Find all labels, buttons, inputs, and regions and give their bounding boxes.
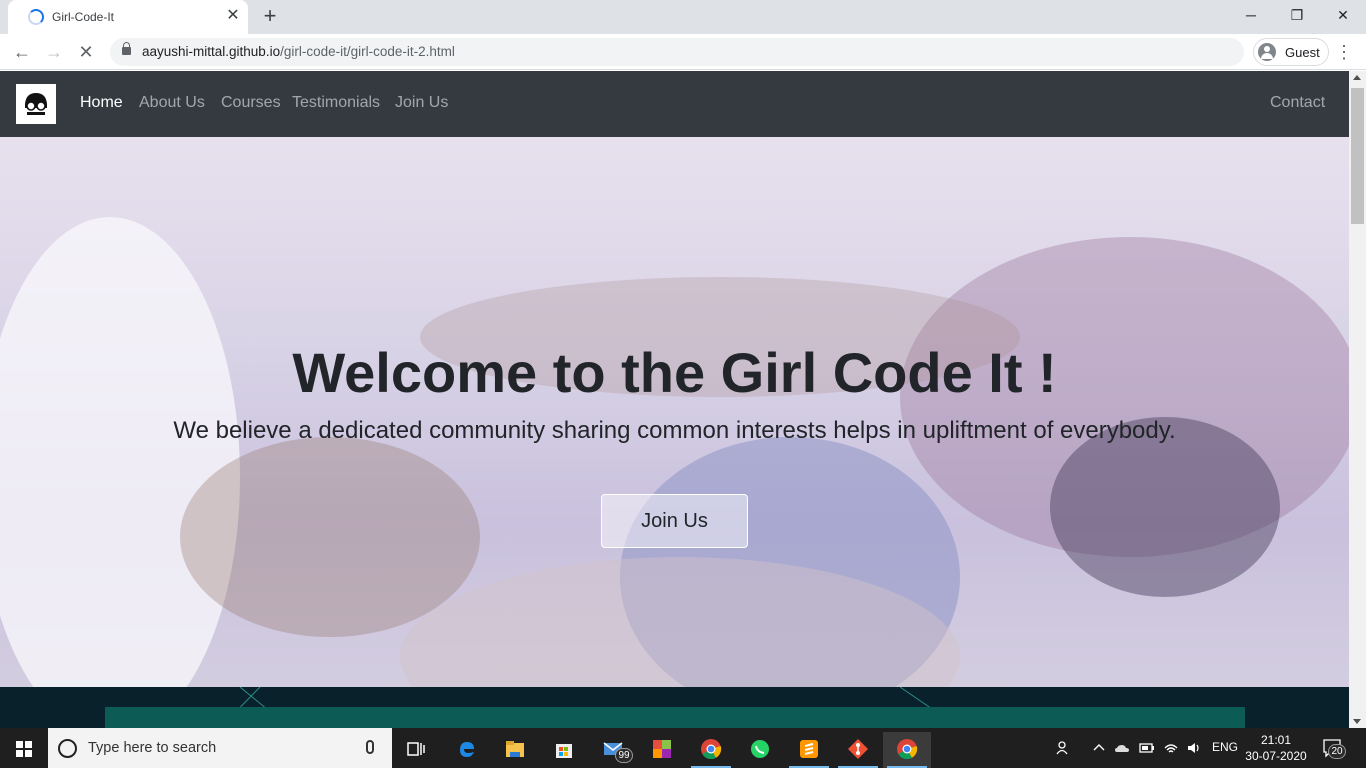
- chrome-active-app-button[interactable]: [883, 732, 931, 768]
- nav-contact[interactable]: Contact: [1270, 94, 1325, 112]
- git-app-button[interactable]: [834, 732, 882, 768]
- new-tab-button[interactable]: +: [258, 5, 282, 29]
- browser-tab-strip: Girl-Code-It ✕ + ─ ❐ ✕: [0, 0, 1366, 34]
- nav-courses[interactable]: Courses: [221, 94, 281, 112]
- volume-icon[interactable]: [1186, 740, 1202, 756]
- battery-icon[interactable]: [1139, 740, 1155, 756]
- profile-name: Guest: [1285, 45, 1320, 60]
- url-host: aayushi-mittal.github.io: [142, 44, 281, 59]
- browser-tab[interactable]: Girl-Code-It ✕: [8, 0, 248, 34]
- nav-join-us[interactable]: Join Us: [395, 94, 448, 112]
- chrome-app-button[interactable]: [687, 732, 735, 768]
- page-scrollbar[interactable]: [1349, 71, 1366, 728]
- loading-spinner-icon: [28, 9, 44, 25]
- whatsapp-icon: [751, 740, 769, 758]
- hero-subtitle: We believe a dedicated community sharing…: [173, 417, 1176, 444]
- girl-code-it-logo-icon: [25, 93, 47, 115]
- url-text[interactable]: aayushi-mittal.github.io/girl-code-it/gi…: [142, 44, 455, 59]
- forward-button[interactable]: →: [40, 38, 68, 66]
- url-path: /girl-code-it/girl-code-it-2.html: [280, 44, 455, 59]
- cortana-icon: [58, 739, 77, 758]
- nav-about-us[interactable]: About Us: [139, 94, 205, 112]
- edge-app-button[interactable]: [443, 732, 491, 768]
- hero-title: Welcome to the Girl Code It !: [292, 341, 1057, 404]
- scroll-thumb[interactable]: [1351, 88, 1364, 224]
- people-icon[interactable]: [1055, 740, 1071, 756]
- store-app-button[interactable]: [540, 732, 588, 768]
- office-app-button[interactable]: [638, 732, 686, 768]
- address-bar[interactable]: aayushi-mittal.github.io/girl-code-it/gi…: [110, 38, 1244, 66]
- input-language[interactable]: ENG: [1212, 740, 1238, 756]
- chrome-icon: [701, 739, 722, 760]
- chrome-icon: [897, 739, 918, 760]
- folder-icon: [506, 741, 524, 757]
- nav-testimonials[interactable]: Testimonials: [292, 94, 380, 112]
- git-icon: [848, 739, 868, 759]
- start-button[interactable]: [0, 728, 48, 768]
- action-center-button[interactable]: 20: [1322, 738, 1346, 759]
- office-icon: [653, 740, 671, 758]
- hero-section: Welcome to the Girl Code It ! We believe…: [0, 137, 1349, 687]
- guest-avatar-icon: [1258, 43, 1276, 61]
- sublime-text-app-button[interactable]: [785, 732, 833, 768]
- task-view-icon: [407, 742, 425, 756]
- section-card: [105, 707, 1245, 728]
- back-button[interactable]: ←: [8, 38, 36, 66]
- search-placeholder: Type here to search: [88, 740, 217, 756]
- browser-toolbar: ← → ✕ aayushi-mittal.github.io/girl-code…: [0, 34, 1366, 70]
- clock-time: 21:01: [1260, 733, 1292, 747]
- scroll-down-icon[interactable]: [1353, 719, 1361, 724]
- page-viewport: Home About Us Courses Testimonials Join …: [0, 71, 1349, 728]
- tab-title: Girl-Code-It: [52, 10, 115, 24]
- chevron-up-icon[interactable]: [1091, 740, 1107, 756]
- windows-logo-icon: [16, 741, 32, 757]
- store-icon: [556, 744, 572, 758]
- microphone-icon[interactable]: [366, 740, 374, 754]
- system-clock[interactable]: 21:01 30-07-2020: [1244, 732, 1308, 764]
- site-navbar: Home About Us Courses Testimonials Join …: [0, 71, 1349, 137]
- next-section-banner: [0, 687, 1349, 728]
- onedrive-icon[interactable]: [1114, 740, 1130, 756]
- site-logo[interactable]: [16, 84, 56, 124]
- restore-button[interactable]: ❐: [1274, 0, 1320, 30]
- scroll-up-icon[interactable]: [1353, 75, 1361, 80]
- edge-icon: [460, 742, 474, 757]
- close-tab-icon[interactable]: ✕: [224, 7, 242, 25]
- browser-menu-icon[interactable]: ⋮: [1334, 38, 1354, 66]
- nav-home[interactable]: Home: [80, 94, 123, 112]
- taskbar-search-box[interactable]: Type here to search: [48, 728, 392, 768]
- minimize-button[interactable]: ─: [1228, 0, 1274, 30]
- mail-badge: 99: [615, 748, 633, 763]
- clock-date: 30-07-2020: [1245, 749, 1307, 763]
- task-view-button[interactable]: [392, 732, 440, 768]
- file-explorer-button[interactable]: [491, 732, 539, 768]
- sublime-text-icon: [800, 740, 818, 758]
- mail-app-button[interactable]: 99: [589, 732, 637, 768]
- notification-count: 20: [1328, 744, 1346, 759]
- profile-button[interactable]: Guest: [1253, 38, 1329, 66]
- wifi-icon[interactable]: [1163, 740, 1179, 756]
- windows-taskbar: Type here to search 99 ENG 21:01 30-07-2…: [0, 728, 1366, 768]
- whatsapp-app-button[interactable]: [736, 732, 784, 768]
- lock-icon[interactable]: [122, 42, 131, 55]
- join-us-button[interactable]: Join Us: [601, 494, 748, 548]
- stop-loading-button[interactable]: ✕: [72, 38, 100, 66]
- close-window-button[interactable]: ✕: [1320, 0, 1366, 30]
